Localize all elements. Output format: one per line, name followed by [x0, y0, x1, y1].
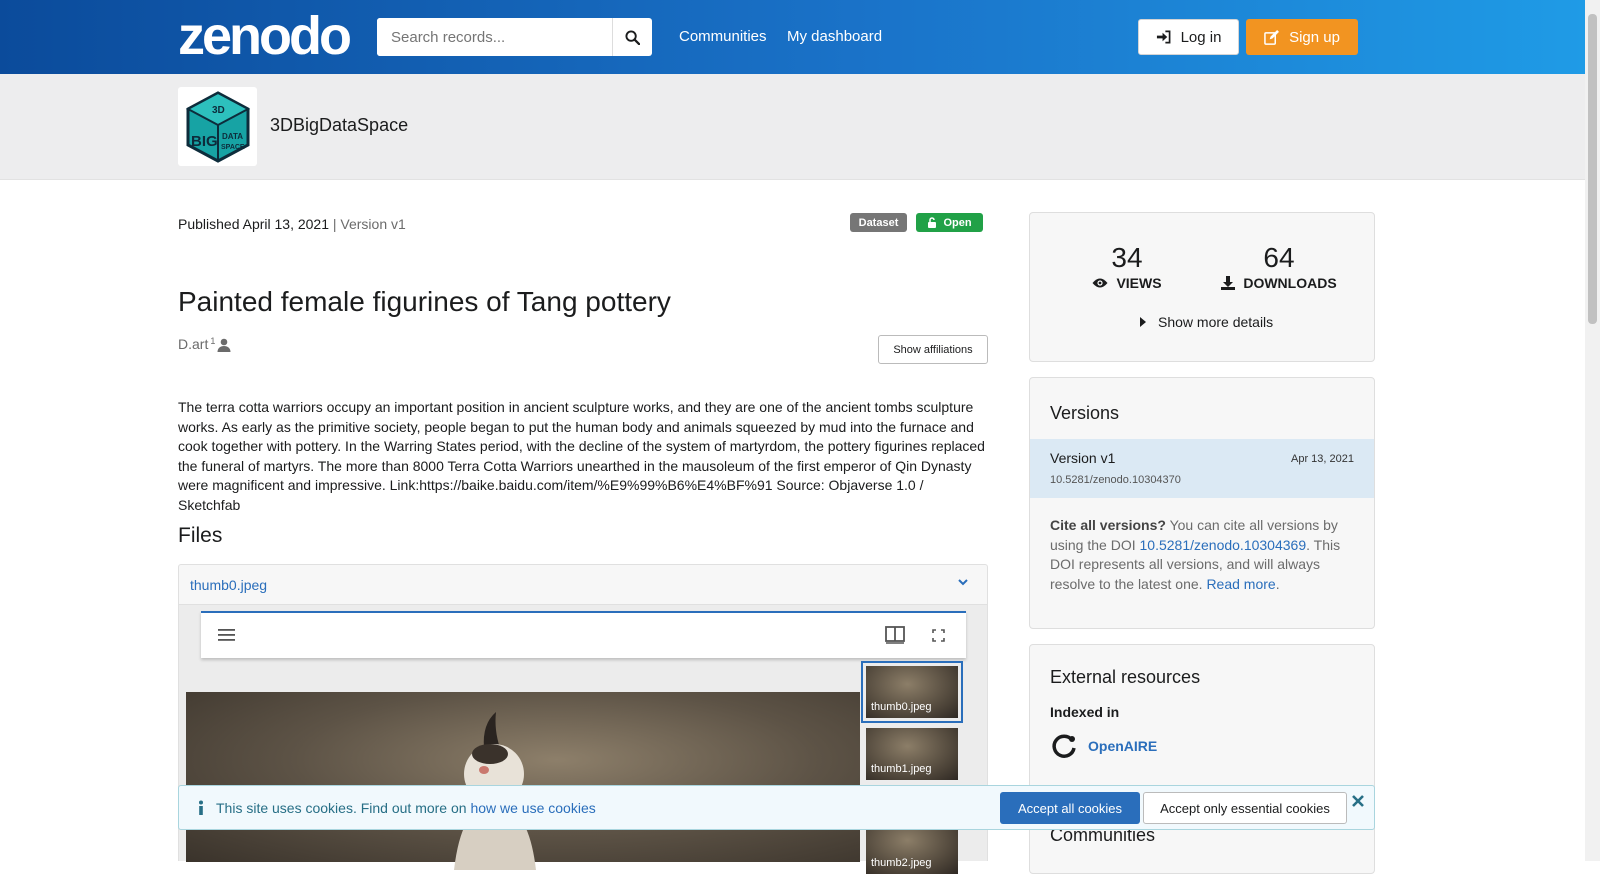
views-stat: 34 VIEWS — [1092, 243, 1162, 291]
cookie-message: This site uses cookies. Find out more on… — [216, 800, 596, 816]
top-navbar: zenodo Communities My dashboard Log in S… — [0, 0, 1585, 74]
downloads-stat: 64 DOWNLOADS — [1220, 243, 1338, 291]
info-icon — [199, 800, 203, 815]
zenodo-logo[interactable]: zenodo — [178, 6, 352, 66]
version-item[interactable]: Version v1 Apr 13, 2021 10.5281/zenodo.1… — [1030, 439, 1374, 498]
login-label: Log in — [1180, 28, 1222, 46]
creator-name[interactable]: D.art — [178, 336, 208, 352]
sign-in-icon — [1156, 30, 1170, 44]
logo-text-data: DATA — [222, 132, 243, 141]
version-item-label[interactable]: Version v1 — [1050, 450, 1115, 466]
preview-file-name[interactable]: thumb0.jpeg — [190, 577, 267, 593]
version-label: Version v1 — [340, 216, 406, 232]
scrollbar-thumb[interactable] — [1588, 14, 1597, 324]
logo-text-space: SPACE — [221, 144, 245, 151]
signup-label: Sign up — [1289, 28, 1340, 46]
edit-icon — [1264, 29, 1280, 45]
fullscreen-icon[interactable] — [932, 629, 945, 642]
caret-right-icon — [1140, 317, 1146, 327]
close-icon[interactable] — [1352, 795, 1364, 807]
show-more-details-label: Show more details — [1158, 314, 1274, 330]
show-affiliations-button[interactable]: Show affiliations — [878, 335, 988, 364]
3dbigdataspace-logo-icon: 3D BIG DATA SPACE — [185, 90, 250, 163]
read-more-link[interactable]: Read more — [1206, 576, 1275, 592]
concept-doi-link[interactable]: 10.5281/zenodo.10304369 — [1140, 537, 1307, 553]
page-scrollbar[interactable] — [1585, 0, 1600, 861]
openaire-icon — [1052, 734, 1076, 758]
version-item-date: Apr 13, 2021 — [1291, 453, 1354, 465]
cookie-banner: This site uses cookies. Find out more on… — [178, 785, 1375, 830]
search-button[interactable] — [612, 18, 652, 56]
record-description: The terra cotta warriors occupy an impor… — [178, 399, 985, 513]
access-status-badge: Open — [916, 213, 983, 232]
published-date: Published April 13, 2021 — [178, 216, 329, 232]
unlock-icon — [928, 217, 937, 228]
show-more-details-toggle[interactable]: Show more details — [1140, 314, 1273, 330]
community-header: 3D BIG DATA SPACE 3DBigDataSpace — [0, 74, 1585, 180]
book-view-icon[interactable] — [885, 626, 905, 644]
versions-card: Versions Version v1 Apr 13, 2021 10.5281… — [1029, 377, 1375, 629]
thumbnail-item-active[interactable]: thumb0.jpeg — [861, 661, 963, 723]
external-resources-card: External resources Indexed in OpenAIRE C… — [1029, 644, 1375, 874]
thumbnail-item[interactable]: thumb1.jpeg — [866, 728, 958, 780]
cite-text-part: . — [1275, 575, 1280, 592]
affiliation-marker: 1 — [210, 336, 216, 346]
cite-all-versions-bold: Cite all versions? — [1050, 517, 1166, 533]
accept-all-cookies-button[interactable]: Accept all cookies — [1000, 792, 1140, 824]
community-name[interactable]: 3DBigDataSpace — [270, 115, 408, 136]
version-item-doi: 10.5281/zenodo.10304370 — [1050, 474, 1181, 486]
external-resources-heading: External resources — [1050, 667, 1201, 687]
resource-type-text: Dataset — [858, 216, 899, 229]
login-button[interactable]: Log in — [1138, 19, 1239, 55]
thumbnail-label: thumb0.jpeg — [871, 701, 932, 713]
record-title: Painted female figurines of Tang pottery — [178, 286, 671, 317]
stats-card: 34 VIEWS 64 DOWNLOADS Show more details — [1029, 212, 1375, 362]
thumbnail-label: thumb1.jpeg — [871, 763, 932, 775]
openaire-label: OpenAIRE — [1088, 738, 1158, 754]
nav-my-dashboard-link[interactable]: My dashboard — [787, 28, 882, 45]
eye-icon — [1092, 278, 1108, 288]
resource-type-badge: Dataset — [850, 213, 907, 232]
search-input[interactable] — [377, 18, 612, 56]
search-bar — [377, 18, 652, 56]
indexed-in-label: Indexed in — [1050, 704, 1120, 720]
nav-communities-link[interactable]: Communities — [679, 28, 767, 45]
menu-icon[interactable] — [218, 628, 236, 642]
files-heading: Files — [178, 524, 223, 547]
openaire-link[interactable]: OpenAIRE — [1050, 732, 1157, 760]
cite-all-versions-text: Cite all versions? You can cite all vers… — [1050, 516, 1360, 594]
access-status-text: Open — [943, 216, 972, 229]
signup-button[interactable]: Sign up — [1246, 19, 1358, 55]
chevron-down-icon[interactable] — [957, 577, 969, 587]
thumbnail-label: thumb2.jpeg — [871, 857, 932, 869]
image-canvas[interactable] — [186, 692, 860, 870]
versions-heading: Versions — [1050, 403, 1120, 423]
viewer-toolbar — [201, 611, 966, 658]
views-label: VIEWS — [1116, 275, 1162, 291]
search-icon — [625, 29, 640, 45]
downloads-label: DOWNLOADS — [1243, 275, 1337, 291]
community-logo[interactable]: 3D BIG DATA SPACE — [178, 87, 257, 166]
logo-text-big: BIG — [191, 133, 218, 150]
cookie-message-text: This site uses cookies. Find out more on — [216, 800, 471, 816]
user-icon — [217, 338, 231, 352]
logo-text-3d: 3D — [212, 105, 225, 116]
cookie-policy-link[interactable]: how we use cookies — [470, 800, 595, 816]
publication-info: Published April 13, 2021 | Version v1 — [178, 216, 406, 232]
file-preview-header[interactable]: thumb0.jpeg — [178, 564, 988, 605]
accept-essential-cookies-button[interactable]: Accept only essential cookies — [1143, 792, 1347, 824]
views-count: 34 — [1111, 242, 1143, 273]
thumbnail-strip: thumb0.jpeg thumb1.jpeg thumb2.jpeg — [861, 659, 982, 874]
download-icon — [1221, 276, 1236, 290]
creator: D.art 1 — [178, 336, 231, 352]
downloads-count: 64 — [1263, 242, 1295, 273]
